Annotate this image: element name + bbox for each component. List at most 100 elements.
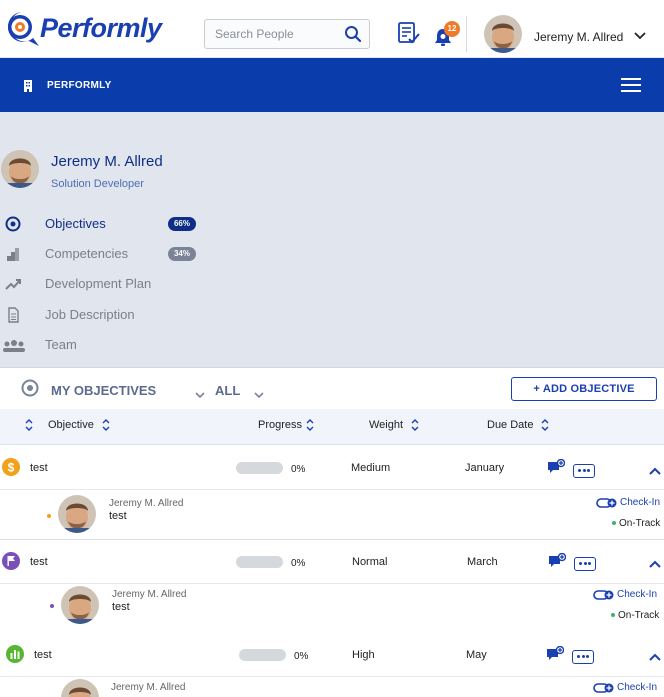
table-row[interactable]: test 0% Normal March xyxy=(0,540,664,584)
nav-label: Competencies xyxy=(45,246,129,261)
nav-label: Development Plan xyxy=(45,276,152,291)
competencies-percent-badge: 34% xyxy=(168,247,196,261)
update-avatar xyxy=(58,495,96,533)
chevron-up-icon[interactable] xyxy=(649,556,661,574)
dollar-icon: $ xyxy=(2,458,20,481)
profile-avatar xyxy=(1,150,39,188)
column-objective[interactable]: Objective xyxy=(48,419,94,431)
header-divider xyxy=(466,16,467,52)
nav-item-team[interactable]: Team xyxy=(0,334,220,356)
objectives-table-header: Objective Progress Weight Due Date xyxy=(0,409,664,445)
more-options-button[interactable] xyxy=(573,464,595,478)
add-comment-icon[interactable] xyxy=(546,645,565,667)
objectives-filter[interactable]: ALL xyxy=(215,383,240,398)
objective-name[interactable]: test xyxy=(34,649,52,661)
sort-icon[interactable] xyxy=(25,418,33,437)
profile-panel: Jeremy M. Allred Solution Developer Obje… xyxy=(0,112,664,367)
menu-icon[interactable] xyxy=(621,77,641,98)
profile-role: Solution Developer xyxy=(51,178,144,190)
top-header: Performly 12 Jeremy M. Allred xyxy=(0,0,664,58)
column-weight[interactable]: Weight xyxy=(369,419,403,431)
sort-icon[interactable] xyxy=(411,418,419,437)
nav-item-development-plan[interactable]: Development Plan xyxy=(0,273,220,295)
objectives-toolbar: MY OBJECTIVES ALL + ADD OBJECTIVE xyxy=(0,367,664,409)
objective-weight: Medium xyxy=(351,462,391,474)
nav-item-competencies[interactable]: Competencies 34% xyxy=(0,243,220,265)
bar-chart-icon xyxy=(6,645,24,668)
logo-mark-icon xyxy=(3,10,40,46)
on-track-dot xyxy=(612,521,616,525)
objective-update: Jeremy M. Allred test Check-In On-Track xyxy=(0,490,664,540)
chevron-down-icon[interactable] xyxy=(254,386,264,404)
nav-label: Team xyxy=(45,337,77,352)
nav-label: Job Description xyxy=(45,307,135,322)
search-icon[interactable] xyxy=(344,25,362,48)
user-name[interactable]: Jeremy M. Allred xyxy=(534,30,623,44)
check-in-link[interactable]: Check-In xyxy=(617,682,657,693)
target-icon xyxy=(5,216,21,237)
user-avatar[interactable] xyxy=(484,15,522,53)
add-comment-icon[interactable] xyxy=(547,458,566,480)
check-in-icon[interactable] xyxy=(593,681,615,697)
sort-icon[interactable] xyxy=(541,418,549,437)
objective-due-date: May xyxy=(466,649,487,661)
more-options-button[interactable] xyxy=(574,557,596,571)
stairs-icon xyxy=(5,246,21,267)
update-text: test xyxy=(109,510,127,522)
progress-bar xyxy=(236,462,283,474)
objective-update: Jeremy M. Allred test Check-In On-Track xyxy=(0,584,664,634)
table-row[interactable]: test 0% High May xyxy=(0,633,664,677)
table-row[interactable]: $ test 0% Medium January xyxy=(0,446,664,490)
column-progress[interactable]: Progress xyxy=(258,419,302,431)
update-author: Jeremy M. Allred xyxy=(111,682,186,693)
objective-name[interactable]: test xyxy=(30,462,48,474)
check-in-icon[interactable] xyxy=(596,496,618,514)
notification-badge: 12 xyxy=(444,21,460,37)
objectives-percent-badge: 66% xyxy=(168,217,196,231)
sort-icon[interactable] xyxy=(306,418,314,437)
status-dot xyxy=(50,604,54,608)
target-icon xyxy=(21,379,39,402)
more-options-button[interactable] xyxy=(572,650,594,664)
check-in-link[interactable]: Check-In xyxy=(617,589,657,600)
brand-label[interactable]: PERFORMLY xyxy=(47,80,112,91)
progress-percent: 0% xyxy=(291,558,306,569)
search-input[interactable] xyxy=(205,20,335,48)
update-author: Jeremy M. Allred xyxy=(112,589,187,600)
progress-percent: 0% xyxy=(291,464,306,475)
add-comment-icon[interactable] xyxy=(548,552,567,574)
update-avatar xyxy=(61,586,99,624)
on-track-dot xyxy=(611,613,615,617)
logo-text: Performly xyxy=(40,12,162,43)
chevron-down-icon[interactable] xyxy=(195,386,205,404)
check-in-link[interactable]: Check-In xyxy=(620,497,660,508)
chevron-up-icon[interactable] xyxy=(649,649,661,667)
status-text: On-Track xyxy=(618,610,660,621)
update-author: Jeremy M. Allred xyxy=(109,498,184,509)
nav-item-objectives[interactable]: Objectives 66% xyxy=(0,213,220,235)
svg-text:$: $ xyxy=(8,461,15,475)
flag-icon xyxy=(2,552,20,575)
objectives-title: MY OBJECTIVES xyxy=(51,383,157,398)
objective-name[interactable]: test xyxy=(30,556,48,568)
profile-name: Jeremy M. Allred xyxy=(51,153,163,170)
check-in-icon[interactable] xyxy=(593,588,615,606)
team-icon xyxy=(3,337,25,358)
objective-weight: Normal xyxy=(352,556,388,568)
tasks-icon[interactable] xyxy=(398,22,420,51)
progress-bar xyxy=(236,556,283,568)
chevron-up-icon[interactable] xyxy=(649,463,661,481)
sort-icon[interactable] xyxy=(102,418,110,437)
add-objective-button[interactable]: + ADD OBJECTIVE xyxy=(511,377,657,401)
status-dot xyxy=(47,514,51,518)
status-text: On-Track xyxy=(619,518,661,529)
objective-update: Jeremy M. Allred Check-In xyxy=(0,677,664,697)
performly-logo[interactable]: Performly xyxy=(3,10,162,46)
brand-bar: PERFORMLY xyxy=(0,58,664,112)
search-box[interactable] xyxy=(204,19,370,49)
column-due-date[interactable]: Due Date xyxy=(487,419,533,431)
trend-up-icon xyxy=(5,276,23,297)
chevron-down-icon[interactable] xyxy=(634,28,646,46)
nav-item-job-description[interactable]: Job Description xyxy=(0,304,220,326)
nav-label: Objectives xyxy=(45,216,106,231)
